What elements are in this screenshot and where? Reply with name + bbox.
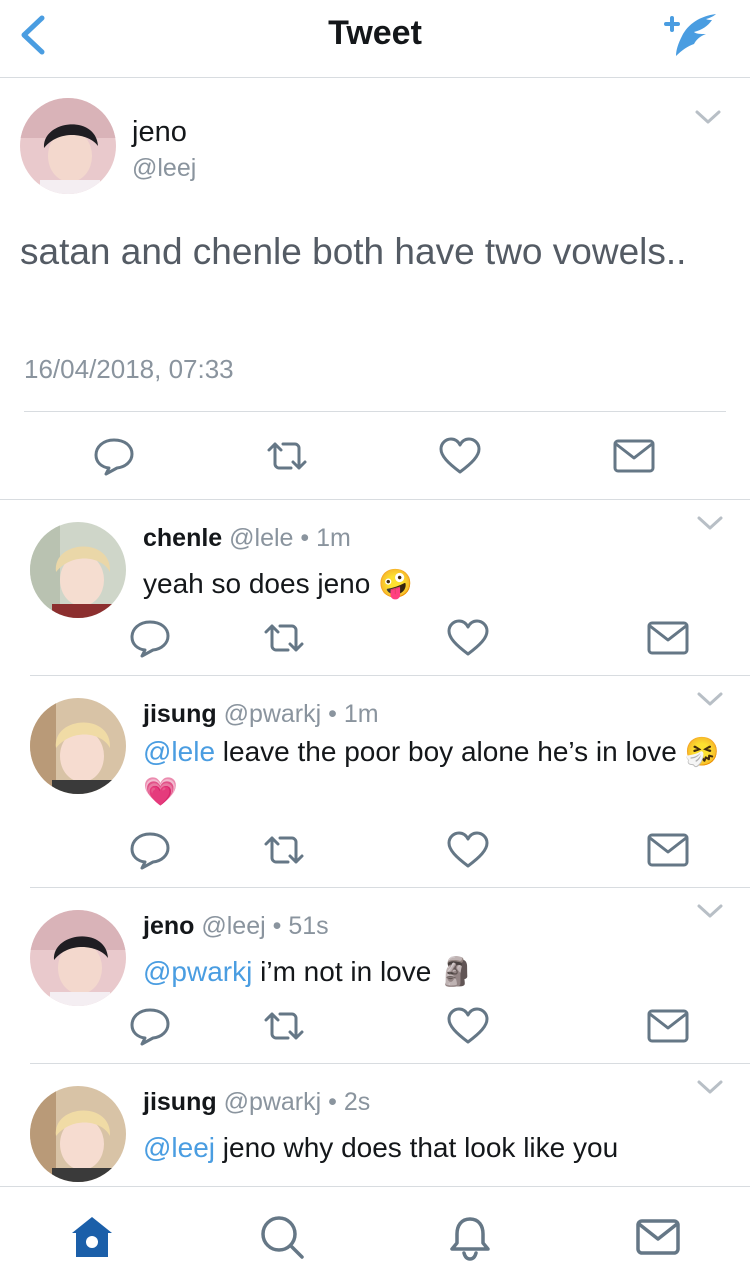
author-handle[interactable]: @leej — [132, 154, 196, 183]
emoji: 🗿 — [439, 956, 474, 987]
tweet-text: satan and chenle both have two vowels.. — [20, 231, 687, 272]
reply-text: yeah so does jeno 🤪 — [143, 564, 733, 604]
direct-message-icon[interactable] — [646, 830, 690, 870]
direct-message-icon[interactable] — [646, 618, 690, 658]
avatar[interactable] — [30, 522, 126, 618]
reply-header: jisung @pwarkj • 1m — [143, 700, 379, 729]
retweet-icon[interactable] — [262, 830, 306, 870]
reply-body: leave the poor boy alone he’s in love — [215, 736, 677, 767]
reply-body: yeah so does jeno — [143, 568, 371, 599]
avatar[interactable] — [30, 910, 126, 1006]
tweet-timestamp: 16/04/2018, 07:33 — [24, 354, 234, 384]
bottom-tab-bar — [0, 1186, 750, 1284]
compose-tweet-icon[interactable] — [660, 10, 720, 60]
like-icon[interactable] — [446, 618, 490, 658]
direct-message-icon[interactable] — [612, 436, 656, 476]
notifications-icon[interactable] — [446, 1213, 494, 1261]
author-handle[interactable]: @leej — [201, 912, 265, 940]
author-name[interactable]: jisung — [143, 1088, 217, 1116]
reply-header: jisung @pwarkj • 2s — [143, 1088, 370, 1117]
direct-message-icon[interactable] — [646, 1006, 690, 1046]
chevron-down-icon[interactable] — [696, 514, 724, 532]
like-icon[interactable] — [446, 1006, 490, 1046]
main-tweet: jeno @leej satan and chenle both have tw… — [0, 78, 750, 500]
author-name[interactable]: jeno — [132, 116, 187, 149]
retweet-icon[interactable] — [265, 436, 309, 476]
reply-time: 1m — [343, 700, 379, 728]
reply-icon[interactable] — [128, 618, 172, 658]
divider — [24, 411, 726, 412]
reply-time: 51s — [288, 912, 329, 940]
author-name[interactable]: chenle — [143, 524, 222, 552]
like-icon[interactable] — [446, 830, 490, 870]
separator-dot: • — [293, 524, 317, 552]
reply-header: chenle @lele • 1m — [143, 524, 351, 553]
author-name[interactable]: jeno — [143, 912, 194, 940]
avatar[interactable] — [20, 98, 116, 194]
mention-link[interactable]: @pwarkj — [143, 956, 252, 987]
page-title: Tweet — [328, 14, 422, 52]
reply-tweet[interactable]: jisung @pwarkj • 2s @leej jeno why does … — [0, 1064, 750, 1186]
reply-icon[interactable] — [92, 436, 136, 476]
author-handle[interactable]: @pwarkj — [224, 700, 322, 728]
chevron-down-icon[interactable] — [696, 902, 724, 920]
reply-body: jeno why does that look like you — [215, 1132, 619, 1163]
reply-icon[interactable] — [128, 1006, 172, 1046]
retweet-icon[interactable] — [262, 618, 306, 658]
reply-time: 2s — [343, 1088, 371, 1116]
chevron-down-icon[interactable] — [696, 1078, 724, 1096]
emoji: 🤪 — [378, 568, 413, 599]
reply-text: @leej jeno why does that look like you — [143, 1128, 733, 1168]
avatar[interactable] — [30, 1086, 126, 1182]
reply-body: i’m not in love — [252, 956, 440, 987]
separator-dot: • — [321, 700, 344, 728]
author-handle[interactable]: @pwarkj — [224, 1088, 322, 1116]
separator-dot: • — [321, 1088, 344, 1116]
search-icon[interactable] — [258, 1213, 306, 1261]
retweet-icon[interactable] — [262, 1006, 306, 1046]
reply-tweet[interactable]: jeno @leej • 51s @pwarkj i’m not in love… — [0, 888, 750, 1064]
reply-header: jeno @leej • 51s — [143, 912, 329, 941]
author-name[interactable]: jisung — [143, 700, 217, 728]
like-icon[interactable] — [438, 436, 482, 476]
reply-tweet[interactable]: jisung @pwarkj • 1m @lele leave the poor… — [0, 676, 750, 888]
messages-icon[interactable] — [634, 1213, 682, 1261]
separator-dot: • — [265, 912, 289, 940]
avatar[interactable] — [30, 698, 126, 794]
reply-icon[interactable] — [128, 830, 172, 870]
home-icon[interactable] — [68, 1213, 116, 1261]
reply-tweet[interactable]: chenle @lele • 1m yeah so does jeno 🤪 — [0, 500, 750, 676]
mention-link[interactable]: @lele — [143, 736, 215, 767]
author-handle[interactable]: @lele — [229, 524, 293, 552]
top-navigation-bar: Tweet — [0, 0, 750, 78]
reply-text: @lele leave the poor boy alone he’s in l… — [143, 732, 743, 812]
chevron-down-icon[interactable] — [696, 690, 724, 708]
chevron-down-icon[interactable] — [694, 108, 722, 126]
mention-link[interactable]: @leej — [143, 1132, 215, 1163]
reply-time: 1m — [316, 524, 351, 552]
reply-text: @pwarkj i’m not in love 🗿 — [143, 952, 733, 992]
